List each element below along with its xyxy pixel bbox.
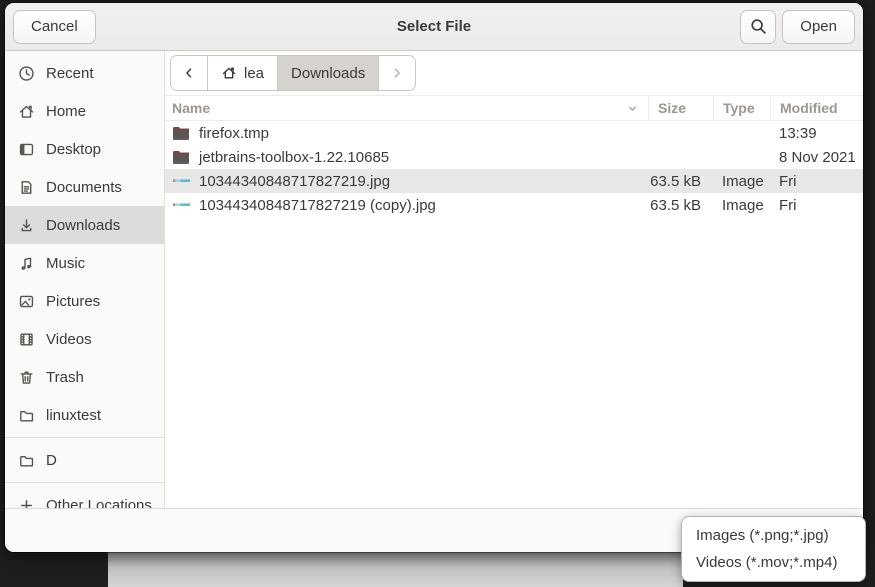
sidebar-item-home[interactable]: Home <box>5 92 164 130</box>
file-name: 10344340848717827219 (copy).jpg <box>199 197 436 214</box>
open-button[interactable]: Open <box>782 10 855 44</box>
file-list-header: Name Size Type Modified <box>165 95 863 121</box>
sidebar-item-videos[interactable]: Videos <box>5 320 164 358</box>
pathbar-home-label: lea <box>244 65 264 82</box>
file-type: Image <box>713 173 770 190</box>
sidebar-item-label: Other Locations <box>46 497 152 509</box>
file-modified: Fri <box>770 197 863 214</box>
file-row-10344340848717827219-jpg[interactable]: 10344340848717827219.jpg 63.5 kB Image F… <box>165 169 863 193</box>
sort-chevron-down-icon <box>626 102 639 115</box>
videos-icon <box>18 331 35 348</box>
downloads-icon <box>18 217 35 234</box>
underlying-window-area <box>108 552 683 587</box>
sidebar-item-music[interactable]: Music <box>5 244 164 282</box>
image-thumbnail-icon <box>172 197 190 213</box>
sidebar-item-label: Documents <box>46 179 122 196</box>
file-name: firefox.tmp <box>199 125 269 142</box>
trash-icon <box>18 369 35 386</box>
sidebar-separator <box>5 482 164 483</box>
cancel-button[interactable]: Cancel <box>13 10 96 44</box>
image-thumbnail-icon <box>172 173 190 189</box>
folder-icon <box>18 452 35 469</box>
sidebar-item-label: linuxtest <box>46 407 101 424</box>
column-header-size[interactable]: Size <box>648 96 713 120</box>
column-header-type[interactable]: Type <box>713 96 770 120</box>
file-row-firefox-tmp[interactable]: firefox.tmp 13:39 <box>165 121 863 145</box>
pictures-icon <box>18 293 35 310</box>
sidebar-item-label: Videos <box>46 331 92 348</box>
sidebar-item-downloads[interactable]: Downloads <box>5 206 164 244</box>
file-modified: 13:39 <box>770 125 863 142</box>
file-type: Image <box>713 197 770 214</box>
headerbar: Select File Cancel Open <box>5 3 863 51</box>
pathbar: lea Downloads <box>170 55 416 91</box>
pathbar-row: lea Downloads <box>165 51 863 95</box>
pathbar-forward-button[interactable] <box>379 56 415 90</box>
file-row-10344340848717827219-copy-jpg[interactable]: 10344340848717827219 (copy).jpg 63.5 kB … <box>165 193 863 217</box>
sidebar-item-desktop[interactable]: Desktop <box>5 130 164 168</box>
column-header-modified[interactable]: Modified <box>770 96 863 120</box>
chevron-left-icon <box>182 66 196 80</box>
folder-fill-icon <box>172 149 190 165</box>
sidebar-item-label: Desktop <box>46 141 101 158</box>
file-modified: Fri <box>770 173 863 190</box>
sidebar-item-label: Recent <box>46 65 94 82</box>
sidebar-item-pictures[interactable]: Pictures <box>5 282 164 320</box>
recent-icon <box>18 65 35 82</box>
file-size: 63.5 kB <box>648 197 713 214</box>
sidebar-item-label: Downloads <box>46 217 120 234</box>
plus-icon <box>18 497 35 509</box>
pathbar-home-segment[interactable]: lea <box>208 56 278 90</box>
home-icon <box>18 103 35 120</box>
main-pane: lea Downloads Name <box>165 51 863 508</box>
sidebar-item-linuxtest[interactable]: linuxtest <box>5 396 164 434</box>
search-button[interactable] <box>740 10 776 44</box>
dialog-title: Select File <box>5 18 863 35</box>
file-size: 63.5 kB <box>648 173 713 190</box>
search-icon <box>750 18 767 35</box>
file-name: jetbrains-toolbox-1.22.10685 <box>199 149 389 166</box>
file-rows: firefox.tmp 13:39 jetbrains-toolbox-1.22… <box>165 121 863 508</box>
sidebar-item-label: Home <box>46 103 86 120</box>
pathbar-back-button[interactable] <box>171 56 208 90</box>
sidebar-item-label: Pictures <box>46 293 100 310</box>
sidebar-item-other-locations[interactable]: Other Locations <box>5 486 164 508</box>
folder-fill-icon <box>172 125 190 141</box>
sidebar-item-label: Music <box>46 255 85 272</box>
dialog-body: Recent Home Desktop Documents Downloads … <box>5 51 863 508</box>
sidebar-item-d[interactable]: D <box>5 441 164 479</box>
sidebar-item-label: D <box>46 452 57 469</box>
column-header-name[interactable]: Name <box>165 96 648 120</box>
file-name: 10344340848717827219.jpg <box>199 173 390 190</box>
desktop-icon <box>18 141 35 158</box>
filter-option-images-png-jpg[interactable]: Images (*.png;*.jpg) <box>682 522 865 549</box>
file-filter-dropdown: Images (*.png;*.jpg)Videos (*.mov;*.mp4) <box>681 516 866 582</box>
file-row-jetbrains-toolbox-1-22-10685[interactable]: jetbrains-toolbox-1.22.10685 8 Nov 2021 <box>165 145 863 169</box>
documents-icon <box>18 179 35 196</box>
places-sidebar: Recent Home Desktop Documents Downloads … <box>5 51 165 508</box>
sidebar-item-recent[interactable]: Recent <box>5 54 164 92</box>
file-chooser-dialog: Select File Cancel Open Recent Home <box>5 3 863 552</box>
sidebar-separator <box>5 437 164 438</box>
filter-option-videos-mov-mp4[interactable]: Videos (*.mov;*.mp4) <box>682 549 865 576</box>
file-list: Name Size Type Modified firefox <box>165 95 863 508</box>
chevron-right-icon <box>390 66 404 80</box>
sidebar-item-trash[interactable]: Trash <box>5 358 164 396</box>
pathbar-current-segment[interactable]: Downloads <box>278 56 379 90</box>
home-icon <box>221 65 237 81</box>
sidebar-item-label: Trash <box>46 369 84 386</box>
folder-icon <box>18 407 35 424</box>
file-modified: 8 Nov 2021 <box>770 149 863 166</box>
music-icon <box>18 255 35 272</box>
sidebar-item-documents[interactable]: Documents <box>5 168 164 206</box>
